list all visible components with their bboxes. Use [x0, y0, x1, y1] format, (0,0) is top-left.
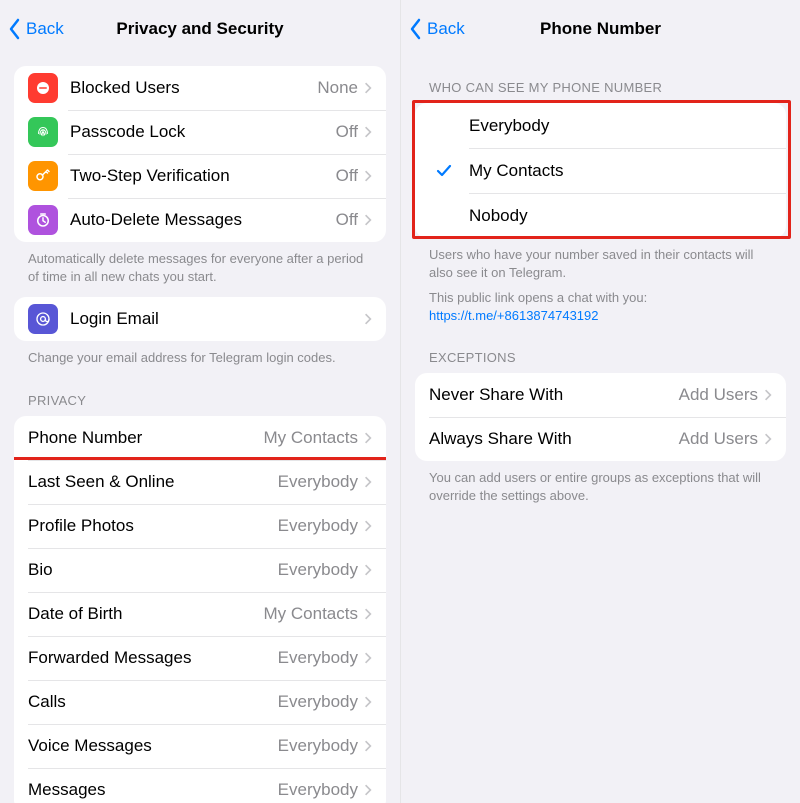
radio-my-contacts[interactable]: My Contacts	[415, 148, 786, 193]
privacy-row-bio[interactable]: Bio Everybody	[14, 548, 386, 592]
row-label: Profile Photos	[28, 516, 278, 536]
finger-icon	[28, 117, 58, 147]
row-label: Date of Birth	[28, 604, 264, 624]
row-label: Messages	[28, 780, 278, 800]
row-value: Add Users	[679, 385, 758, 405]
row-value: Off	[336, 166, 358, 186]
row-label: Last Seen & Online	[28, 472, 278, 492]
row-label: Never Share With	[429, 385, 679, 405]
at-icon	[28, 304, 58, 334]
exceptions-group: Never Share With Add UsersAlways Share W…	[415, 373, 786, 461]
security-row-auto-delete-messages[interactable]: Auto-Delete Messages Off	[14, 198, 386, 242]
privacy-row-messages[interactable]: Messages Everybody	[14, 768, 386, 803]
who-can-see-footer1: Users who have your number saved in thei…	[401, 238, 800, 285]
who-can-see-group: Everybody My Contacts Nobody	[415, 103, 786, 238]
row-label: Phone Number	[28, 428, 264, 448]
row-label: Always Share With	[429, 429, 679, 449]
row-value: Everybody	[278, 560, 358, 580]
exception-row-always-share-with[interactable]: Always Share With Add Users	[415, 417, 786, 461]
privacy-row-date-of-birth[interactable]: Date of Birth My Contacts	[14, 592, 386, 636]
row-label: Forwarded Messages	[28, 648, 278, 668]
privacy-header: PRIVACY	[0, 371, 400, 414]
row-value: Everybody	[278, 692, 358, 712]
row-value: Everybody	[278, 516, 358, 536]
row-value: Everybody	[278, 648, 358, 668]
privacy-row-last-seen-online[interactable]: Last Seen & Online Everybody	[14, 460, 386, 504]
key-icon	[28, 161, 58, 191]
phone-number-screen: Back Phone Number WHO CAN SEE MY PHONE N…	[401, 0, 800, 803]
row-label: Calls	[28, 692, 278, 712]
radio-label: Nobody	[469, 206, 528, 226]
check-icon	[429, 163, 459, 179]
row-value: Off	[336, 210, 358, 230]
page-title: Privacy and Security	[8, 19, 392, 39]
privacy-row-voice-messages[interactable]: Voice Messages Everybody	[14, 724, 386, 768]
security-group: Blocked Users None Passcode Lock Off Two…	[14, 66, 386, 242]
exceptions-header: EXCEPTIONS	[401, 328, 800, 371]
security-row-blocked-users[interactable]: Blocked Users None	[14, 66, 386, 110]
row-label: Auto-Delete Messages	[70, 210, 336, 230]
row-label: Bio	[28, 560, 278, 580]
security-row-two-step-verification[interactable]: Two-Step Verification Off	[14, 154, 386, 198]
row-value: None	[317, 78, 358, 98]
privacy-row-calls[interactable]: Calls Everybody	[14, 680, 386, 724]
privacy-row-phone-number[interactable]: Phone Number My Contacts	[14, 416, 386, 460]
who-can-see-header: WHO CAN SEE MY PHONE NUMBER	[401, 58, 800, 101]
radio-everybody[interactable]: Everybody	[415, 103, 786, 148]
privacy-security-screen: Back Privacy and Security Blocked Users …	[0, 0, 401, 803]
security-row-passcode-lock[interactable]: Passcode Lock Off	[14, 110, 386, 154]
privacy-group: Phone Number My ContactsLast Seen & Onli…	[14, 416, 386, 803]
privacy-row-forwarded-messages[interactable]: Forwarded Messages Everybody	[14, 636, 386, 680]
row-value: My Contacts	[264, 428, 358, 448]
row-value: Everybody	[278, 736, 358, 756]
row-value: Everybody	[278, 780, 358, 800]
public-link[interactable]: https://t.me/+8613874743192	[429, 308, 599, 323]
exception-row-never-share-with[interactable]: Never Share With Add Users	[415, 373, 786, 417]
timer-icon	[28, 205, 58, 235]
radio-label: My Contacts	[469, 161, 563, 181]
public-link-caption: This public link opens a chat with you:	[429, 290, 647, 305]
row-label: Passcode Lock	[70, 122, 336, 142]
row-label: Voice Messages	[28, 736, 278, 756]
security-footer: Automatically delete messages for everyo…	[0, 242, 400, 289]
row-label: Login Email	[70, 309, 358, 329]
login-footer: Change your email address for Telegram l…	[0, 341, 400, 371]
row-value: Everybody	[278, 472, 358, 492]
row-value: Add Users	[679, 429, 758, 449]
row-label: Two-Step Verification	[70, 166, 336, 186]
radio-label: Everybody	[469, 116, 549, 136]
exceptions-footer: You can add users or entire groups as ex…	[401, 461, 800, 508]
page-title: Phone Number	[409, 19, 792, 39]
login-group: Login Email	[14, 297, 386, 341]
nav-bar: Back Privacy and Security	[0, 0, 400, 58]
privacy-row-profile-photos[interactable]: Profile Photos Everybody	[14, 504, 386, 548]
login-email-row[interactable]: Login Email	[14, 297, 386, 341]
row-value: Off	[336, 122, 358, 142]
nav-bar: Back Phone Number	[401, 0, 800, 58]
row-value: My Contacts	[264, 604, 358, 624]
row-label: Blocked Users	[70, 78, 317, 98]
radio-nobody[interactable]: Nobody	[415, 193, 786, 238]
block-icon	[28, 73, 58, 103]
